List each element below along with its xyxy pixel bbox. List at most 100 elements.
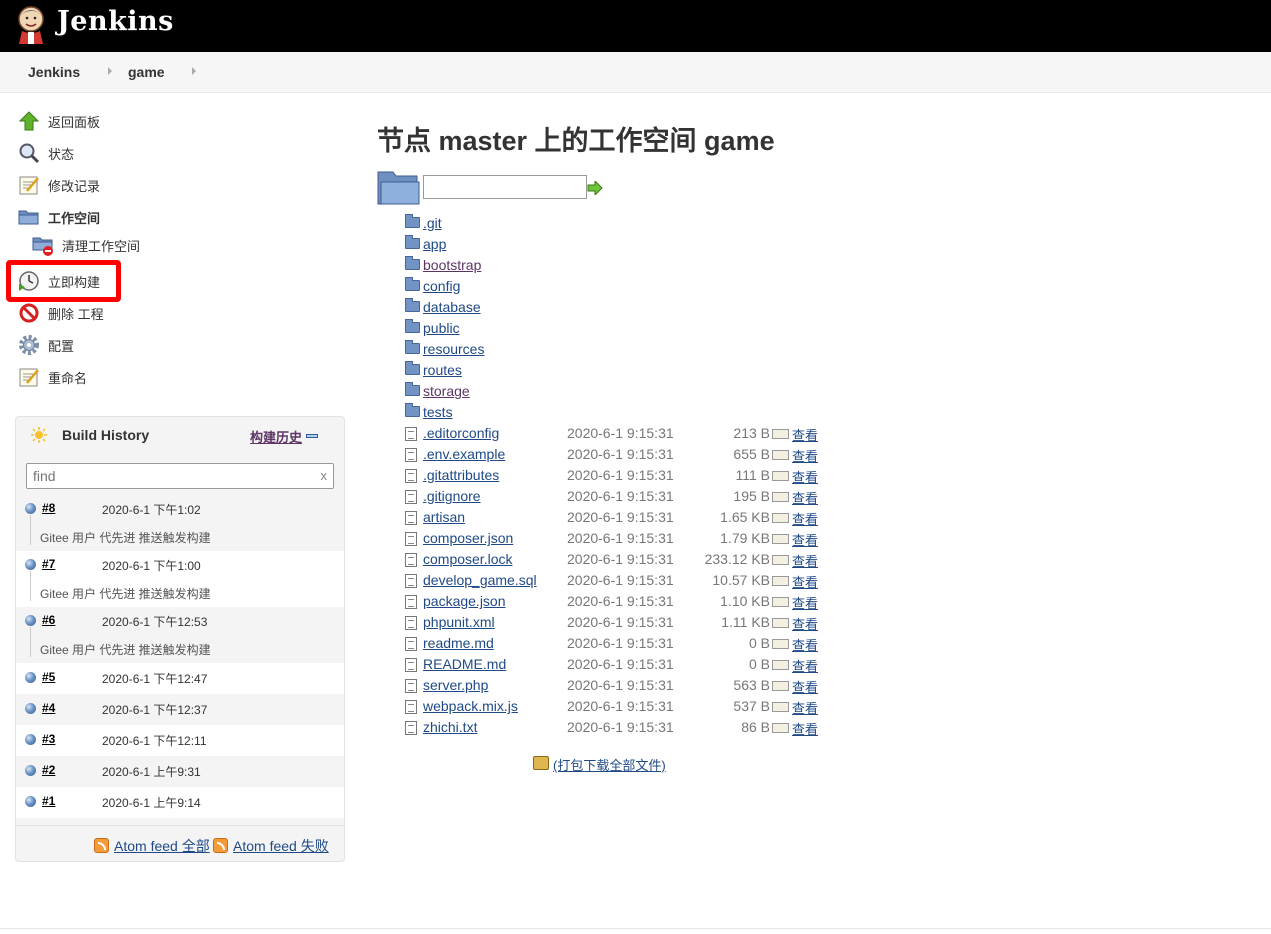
file-link[interactable]: .editorconfig bbox=[423, 425, 499, 441]
file-link[interactable]: zhichi.txt bbox=[423, 719, 477, 735]
clear-search-icon[interactable]: x bbox=[321, 468, 328, 483]
atom-feed-all-link[interactable]: Atom feed 全部 bbox=[114, 836, 210, 856]
rss-icon[interactable] bbox=[94, 838, 109, 853]
archive-icon[interactable] bbox=[533, 756, 549, 770]
file-link[interactable]: readme.md bbox=[423, 635, 494, 651]
go-arrow-icon[interactable] bbox=[587, 181, 603, 195]
view-icon[interactable] bbox=[772, 681, 789, 691]
build-date[interactable]: 2020-6-1 上午9:31 bbox=[102, 763, 201, 780]
build-date[interactable]: 2020-6-1 上午9:14 bbox=[102, 794, 201, 811]
folder-link[interactable]: public bbox=[423, 320, 460, 336]
file-link[interactable]: composer.lock bbox=[423, 551, 512, 567]
collapse-icon[interactable] bbox=[306, 434, 318, 438]
download-all-link[interactable]: (打包下载全部文件) bbox=[553, 755, 666, 774]
build-search-input[interactable] bbox=[27, 464, 307, 488]
file-link[interactable]: composer.json bbox=[423, 530, 513, 546]
breadcrumb-chevron-icon[interactable] bbox=[108, 67, 112, 75]
jenkins-brand[interactable]: Jenkins bbox=[57, 6, 174, 37]
task-status[interactable]: 状态 bbox=[18, 141, 74, 165]
view-icon[interactable] bbox=[772, 639, 789, 649]
task-label[interactable]: 返回面板 bbox=[48, 112, 100, 131]
breadcrumb-chevron-icon[interactable] bbox=[192, 67, 196, 75]
file-link[interactable]: package.json bbox=[423, 593, 506, 609]
view-link[interactable]: 查看 bbox=[792, 551, 818, 570]
view-icon[interactable] bbox=[772, 429, 789, 439]
file-link[interactable]: artisan bbox=[423, 509, 465, 525]
view-icon[interactable] bbox=[772, 492, 789, 502]
build-date[interactable]: 2020-6-1 下午12:53 bbox=[102, 613, 207, 630]
file-link[interactable]: .env.example bbox=[423, 446, 505, 462]
folder-link[interactable]: resources bbox=[423, 341, 484, 357]
view-icon[interactable] bbox=[772, 576, 789, 586]
view-link[interactable]: 查看 bbox=[792, 593, 818, 612]
workspace-path-input[interactable] bbox=[423, 175, 587, 199]
view-link[interactable]: 查看 bbox=[792, 425, 818, 444]
file-link[interactable]: phpunit.xml bbox=[423, 614, 495, 630]
view-icon[interactable] bbox=[772, 513, 789, 523]
file-link[interactable]: .gitignore bbox=[423, 488, 481, 504]
task-back-to-dashboard[interactable]: 返回面板 bbox=[18, 109, 100, 133]
build-date[interactable]: 2020-6-1 下午1:00 bbox=[102, 557, 201, 574]
view-link[interactable]: 查看 bbox=[792, 677, 818, 696]
view-icon[interactable] bbox=[772, 555, 789, 565]
task-configure[interactable]: 配置 bbox=[18, 333, 74, 357]
build-link[interactable]: #7 bbox=[42, 557, 55, 571]
build-link[interactable]: #4 bbox=[42, 701, 55, 715]
folder-link[interactable]: storage bbox=[423, 383, 470, 399]
task-label[interactable]: 配置 bbox=[48, 336, 74, 355]
build-link[interactable]: #1 bbox=[42, 794, 55, 808]
view-icon[interactable] bbox=[772, 702, 789, 712]
breadcrumb-jenkins[interactable]: Jenkins bbox=[28, 64, 80, 80]
view-link[interactable]: 查看 bbox=[792, 635, 818, 654]
task-label[interactable]: 删除 工程 bbox=[48, 304, 104, 323]
view-link[interactable]: 查看 bbox=[792, 572, 818, 591]
build-date[interactable]: 2020-6-1 下午12:37 bbox=[102, 701, 207, 718]
view-link[interactable]: 查看 bbox=[792, 467, 818, 486]
view-link[interactable]: 查看 bbox=[792, 488, 818, 507]
folder-link[interactable]: app bbox=[423, 236, 446, 252]
task-label[interactable]: 重命名 bbox=[48, 368, 87, 387]
file-link[interactable]: .gitattributes bbox=[423, 467, 499, 483]
view-link[interactable]: 查看 bbox=[792, 509, 818, 528]
folder-link[interactable]: bootstrap bbox=[423, 257, 481, 273]
view-icon[interactable] bbox=[772, 618, 789, 628]
view-link[interactable]: 查看 bbox=[792, 446, 818, 465]
folder-link[interactable]: database bbox=[423, 299, 481, 315]
folder-link[interactable]: routes bbox=[423, 362, 462, 378]
view-icon[interactable] bbox=[772, 660, 789, 670]
file-link[interactable]: webpack.mix.js bbox=[423, 698, 518, 714]
file-link[interactable]: README.md bbox=[423, 656, 506, 672]
view-link[interactable]: 查看 bbox=[792, 614, 818, 633]
file-link[interactable]: develop_game.sql bbox=[423, 572, 537, 588]
build-link[interactable]: #3 bbox=[42, 732, 55, 746]
view-link[interactable]: 查看 bbox=[792, 719, 818, 738]
view-link[interactable]: 查看 bbox=[792, 656, 818, 675]
task-label[interactable]: 工作空间 bbox=[48, 208, 100, 227]
file-link[interactable]: server.php bbox=[423, 677, 488, 693]
rss-icon[interactable] bbox=[213, 838, 228, 853]
task-label[interactable]: 修改记录 bbox=[48, 176, 100, 195]
build-date[interactable]: 2020-6-1 下午12:11 bbox=[102, 732, 207, 749]
view-link[interactable]: 查看 bbox=[792, 530, 818, 549]
build-link[interactable]: #2 bbox=[42, 763, 55, 777]
view-icon[interactable] bbox=[772, 723, 789, 733]
task-workspace[interactable]: 工作空间 bbox=[18, 205, 100, 229]
folder-link[interactable]: config bbox=[423, 278, 460, 294]
view-icon[interactable] bbox=[772, 597, 789, 607]
build-date[interactable]: 2020-6-1 下午1:02 bbox=[102, 501, 201, 518]
jenkins-logo-icon[interactable] bbox=[14, 4, 48, 44]
task-delete-project[interactable]: 删除 工程 bbox=[18, 301, 104, 325]
build-trend-link[interactable]: 构建历史 bbox=[250, 427, 302, 446]
breadcrumb-game[interactable]: game bbox=[128, 64, 165, 80]
atom-feed-failed-link[interactable]: Atom feed 失败 bbox=[233, 836, 329, 856]
view-icon[interactable] bbox=[772, 471, 789, 481]
task-rename[interactable]: 重命名 bbox=[18, 365, 87, 389]
build-link[interactable]: #6 bbox=[42, 613, 55, 627]
folder-link[interactable]: tests bbox=[423, 404, 453, 420]
view-icon[interactable] bbox=[772, 534, 789, 544]
task-label[interactable]: 状态 bbox=[48, 144, 74, 163]
build-link[interactable]: #5 bbox=[42, 670, 55, 684]
view-link[interactable]: 查看 bbox=[792, 698, 818, 717]
build-link[interactable]: #8 bbox=[42, 501, 55, 515]
task-wipe-workspace[interactable]: 清理工作空间 bbox=[32, 233, 140, 257]
